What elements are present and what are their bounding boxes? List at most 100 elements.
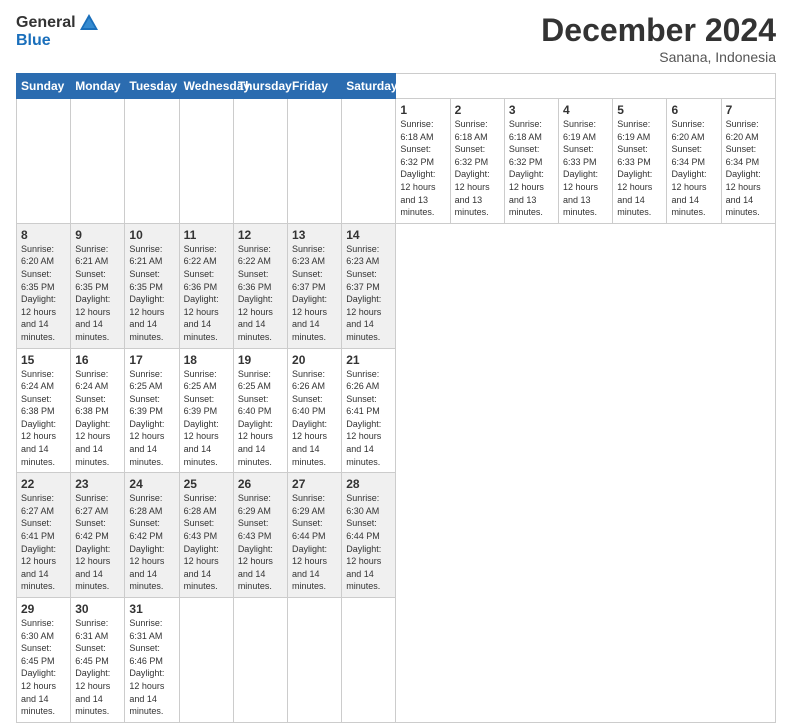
calendar-cell: 23Sunrise: 6:27 AMSunset: 6:42 PMDayligh… — [71, 473, 125, 598]
day-info: Sunrise: 6:25 AMSunset: 6:39 PMDaylight:… — [129, 368, 174, 469]
day-number: 15 — [21, 353, 66, 367]
column-header-saturday: Saturday — [342, 74, 396, 99]
day-info: Sunrise: 6:29 AMSunset: 6:43 PMDaylight:… — [238, 492, 283, 593]
day-info: Sunrise: 6:25 AMSunset: 6:39 PMDaylight:… — [184, 368, 229, 469]
calendar-cell: 11Sunrise: 6:22 AMSunset: 6:36 PMDayligh… — [179, 223, 233, 348]
calendar-cell: 28Sunrise: 6:30 AMSunset: 6:44 PMDayligh… — [342, 473, 396, 598]
day-info: Sunrise: 6:26 AMSunset: 6:41 PMDaylight:… — [346, 368, 391, 469]
day-number: 25 — [184, 477, 229, 491]
calendar-cell: 31Sunrise: 6:31 AMSunset: 6:46 PMDayligh… — [125, 598, 179, 723]
day-number: 26 — [238, 477, 283, 491]
calendar-cell: 7Sunrise: 6:20 AMSunset: 6:34 PMDaylight… — [721, 99, 775, 224]
column-header-monday: Monday — [71, 74, 125, 99]
day-info: Sunrise: 6:20 AMSunset: 6:35 PMDaylight:… — [21, 243, 66, 344]
day-info: Sunrise: 6:28 AMSunset: 6:42 PMDaylight:… — [129, 492, 174, 593]
calendar-cell: 3Sunrise: 6:18 AMSunset: 6:32 PMDaylight… — [504, 99, 558, 224]
calendar-cell — [288, 598, 342, 723]
day-info: Sunrise: 6:29 AMSunset: 6:44 PMDaylight:… — [292, 492, 337, 593]
day-number: 27 — [292, 477, 337, 491]
day-info: Sunrise: 6:27 AMSunset: 6:42 PMDaylight:… — [75, 492, 120, 593]
day-info: Sunrise: 6:24 AMSunset: 6:38 PMDaylight:… — [21, 368, 66, 469]
calendar-cell — [179, 598, 233, 723]
day-number: 19 — [238, 353, 283, 367]
logo-icon — [78, 12, 100, 34]
day-number: 4 — [563, 103, 608, 117]
day-info: Sunrise: 6:19 AMSunset: 6:33 PMDaylight:… — [563, 118, 608, 219]
calendar-cell: 10Sunrise: 6:21 AMSunset: 6:35 PMDayligh… — [125, 223, 179, 348]
calendar-cell: 18Sunrise: 6:25 AMSunset: 6:39 PMDayligh… — [179, 348, 233, 473]
calendar-week-row: 15Sunrise: 6:24 AMSunset: 6:38 PMDayligh… — [17, 348, 776, 473]
calendar-cell: 30Sunrise: 6:31 AMSunset: 6:45 PMDayligh… — [71, 598, 125, 723]
calendar-cell: 27Sunrise: 6:29 AMSunset: 6:44 PMDayligh… — [288, 473, 342, 598]
day-number: 30 — [75, 602, 120, 616]
calendar-cell: 16Sunrise: 6:24 AMSunset: 6:38 PMDayligh… — [71, 348, 125, 473]
logo-blue-text: Blue — [16, 32, 102, 50]
calendar-cell: 15Sunrise: 6:24 AMSunset: 6:38 PMDayligh… — [17, 348, 71, 473]
month-title: December 2024 — [541, 12, 776, 49]
calendar-week-row: 29Sunrise: 6:30 AMSunset: 6:45 PMDayligh… — [17, 598, 776, 723]
day-info: Sunrise: 6:22 AMSunset: 6:36 PMDaylight:… — [184, 243, 229, 344]
day-number: 9 — [75, 228, 120, 242]
calendar-cell — [179, 99, 233, 224]
day-number: 17 — [129, 353, 174, 367]
calendar-body: 1Sunrise: 6:18 AMSunset: 6:32 PMDaylight… — [17, 99, 776, 723]
day-number: 23 — [75, 477, 120, 491]
header: General Blue December 2024 Sanana, Indon… — [16, 12, 776, 65]
calendar-cell — [288, 99, 342, 224]
day-info: Sunrise: 6:27 AMSunset: 6:41 PMDaylight:… — [21, 492, 66, 593]
calendar-cell — [233, 598, 287, 723]
day-number: 22 — [21, 477, 66, 491]
calendar-week-row: 22Sunrise: 6:27 AMSunset: 6:41 PMDayligh… — [17, 473, 776, 598]
calendar-cell: 8Sunrise: 6:20 AMSunset: 6:35 PMDaylight… — [17, 223, 71, 348]
calendar-cell: 19Sunrise: 6:25 AMSunset: 6:40 PMDayligh… — [233, 348, 287, 473]
day-number: 20 — [292, 353, 337, 367]
calendar-cell: 22Sunrise: 6:27 AMSunset: 6:41 PMDayligh… — [17, 473, 71, 598]
day-info: Sunrise: 6:20 AMSunset: 6:34 PMDaylight:… — [726, 118, 771, 219]
day-number: 12 — [238, 228, 283, 242]
calendar-cell: 5Sunrise: 6:19 AMSunset: 6:33 PMDaylight… — [613, 99, 667, 224]
day-number: 29 — [21, 602, 66, 616]
day-number: 6 — [671, 103, 716, 117]
day-number: 13 — [292, 228, 337, 242]
calendar-cell: 14Sunrise: 6:23 AMSunset: 6:37 PMDayligh… — [342, 223, 396, 348]
day-number: 18 — [184, 353, 229, 367]
calendar-cell: 4Sunrise: 6:19 AMSunset: 6:33 PMDaylight… — [559, 99, 613, 224]
calendar-cell — [71, 99, 125, 224]
day-info: Sunrise: 6:26 AMSunset: 6:40 PMDaylight:… — [292, 368, 337, 469]
calendar-cell: 13Sunrise: 6:23 AMSunset: 6:37 PMDayligh… — [288, 223, 342, 348]
day-info: Sunrise: 6:30 AMSunset: 6:45 PMDaylight:… — [21, 617, 66, 718]
day-info: Sunrise: 6:23 AMSunset: 6:37 PMDaylight:… — [346, 243, 391, 344]
day-number: 24 — [129, 477, 174, 491]
location-subtitle: Sanana, Indonesia — [541, 49, 776, 65]
calendar-cell: 29Sunrise: 6:30 AMSunset: 6:45 PMDayligh… — [17, 598, 71, 723]
day-info: Sunrise: 6:24 AMSunset: 6:38 PMDaylight:… — [75, 368, 120, 469]
day-info: Sunrise: 6:25 AMSunset: 6:40 PMDaylight:… — [238, 368, 283, 469]
day-number: 16 — [75, 353, 120, 367]
calendar-cell — [17, 99, 71, 224]
day-info: Sunrise: 6:30 AMSunset: 6:44 PMDaylight:… — [346, 492, 391, 593]
day-info: Sunrise: 6:22 AMSunset: 6:36 PMDaylight:… — [238, 243, 283, 344]
calendar-cell — [233, 99, 287, 224]
day-info: Sunrise: 6:19 AMSunset: 6:33 PMDaylight:… — [617, 118, 662, 219]
day-info: Sunrise: 6:20 AMSunset: 6:34 PMDaylight:… — [671, 118, 716, 219]
calendar-cell: 21Sunrise: 6:26 AMSunset: 6:41 PMDayligh… — [342, 348, 396, 473]
logo-text: General — [16, 12, 102, 34]
calendar-cell: 26Sunrise: 6:29 AMSunset: 6:43 PMDayligh… — [233, 473, 287, 598]
calendar-cell: 25Sunrise: 6:28 AMSunset: 6:43 PMDayligh… — [179, 473, 233, 598]
day-info: Sunrise: 6:31 AMSunset: 6:46 PMDaylight:… — [129, 617, 174, 718]
column-header-friday: Friday — [288, 74, 342, 99]
calendar-cell — [342, 99, 396, 224]
day-number: 28 — [346, 477, 391, 491]
day-info: Sunrise: 6:23 AMSunset: 6:37 PMDaylight:… — [292, 243, 337, 344]
day-info: Sunrise: 6:21 AMSunset: 6:35 PMDaylight:… — [129, 243, 174, 344]
column-header-thursday: Thursday — [233, 74, 287, 99]
day-number: 31 — [129, 602, 174, 616]
calendar-cell: 6Sunrise: 6:20 AMSunset: 6:34 PMDaylight… — [667, 99, 721, 224]
day-number: 3 — [509, 103, 554, 117]
calendar-cell: 17Sunrise: 6:25 AMSunset: 6:39 PMDayligh… — [125, 348, 179, 473]
column-header-tuesday: Tuesday — [125, 74, 179, 99]
calendar-cell: 20Sunrise: 6:26 AMSunset: 6:40 PMDayligh… — [288, 348, 342, 473]
calendar-table: SundayMondayTuesdayWednesdayThursdayFrid… — [16, 73, 776, 723]
day-info: Sunrise: 6:28 AMSunset: 6:43 PMDaylight:… — [184, 492, 229, 593]
day-number: 14 — [346, 228, 391, 242]
